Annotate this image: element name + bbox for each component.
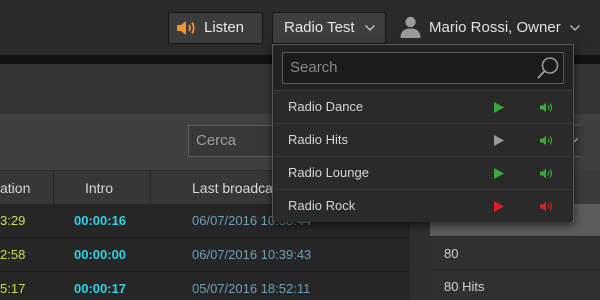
listen-label: Listen (204, 19, 245, 36)
duration-cell: 5:17 (0, 281, 26, 296)
dropdown-item-radio-dance[interactable]: Radio Dance (274, 90, 572, 123)
chevron-down-icon (365, 25, 375, 31)
radio-name: Radio Lounge (288, 165, 369, 180)
dropdown-search-input[interactable]: Search (282, 52, 564, 84)
right-list-item[interactable]: 80 (430, 237, 600, 270)
app-window: Listen Radio Test Mario Rossi, Owner Cer… (0, 0, 600, 300)
column-header-last-broadcast[interactable]: Last broadca (192, 171, 273, 205)
dropdown-item-radio-hits[interactable]: Radio Hits (274, 123, 572, 156)
listen-button[interactable]: Listen (168, 12, 263, 44)
dropdown-item-radio-lounge[interactable]: Radio Lounge (274, 156, 572, 189)
dropdown-item-radio-rock[interactable]: Radio Rock (274, 189, 572, 222)
filter-search-placeholder: Cerca (196, 132, 237, 149)
column-divider (150, 171, 151, 205)
radio-name: Radio Rock (288, 198, 356, 213)
chevron-down-icon[interactable] (570, 25, 580, 31)
radio-dropdown-menu: Search Radio Dance Radio Hits Radio Loun… (272, 44, 574, 222)
last-broadcast-cell: 05/07/2016 18:52:11 (192, 281, 311, 296)
user-icon (400, 16, 421, 38)
volume-icon[interactable] (540, 201, 554, 212)
last-broadcast-cell: 06/07/2016 10:39:43 (192, 247, 312, 262)
play-icon[interactable] (494, 135, 504, 146)
intro-cell: 00:00:17 (74, 281, 127, 296)
column-divider (53, 171, 54, 205)
table-row[interactable]: 2:58 00:00:00 06/07/2016 10:39:43 (0, 238, 410, 272)
radio-selector-label: Radio Test (284, 19, 355, 36)
intro-cell: 00:00:00 (74, 247, 127, 262)
user-menu-label[interactable]: Mario Rossi, Owner (429, 18, 561, 38)
duration-cell: 2:58 (0, 247, 26, 262)
play-icon[interactable] (494, 201, 504, 212)
search-icon[interactable] (537, 56, 561, 80)
column-header-intro[interactable]: Intro (85, 171, 113, 205)
volume-icon[interactable] (540, 102, 554, 113)
radio-selector-button[interactable]: Radio Test (272, 12, 386, 44)
radio-name: Radio Hits (288, 132, 348, 147)
column-header-duration[interactable]: ation (0, 171, 30, 205)
intro-cell: 00:00:16 (74, 213, 127, 228)
dropdown-search-placeholder: Search (290, 59, 338, 76)
duration-cell: 3:29 (0, 213, 26, 228)
radio-name: Radio Dance (288, 99, 364, 114)
speaker-icon (177, 21, 195, 35)
play-icon[interactable] (494, 168, 504, 179)
right-list-item[interactable]: 80 Hits (430, 270, 600, 300)
volume-icon[interactable] (540, 168, 554, 179)
volume-icon[interactable] (540, 135, 554, 146)
play-icon[interactable] (494, 102, 504, 113)
table-row[interactable]: 5:17 00:00:17 05/07/2016 18:52:11 (0, 272, 410, 300)
